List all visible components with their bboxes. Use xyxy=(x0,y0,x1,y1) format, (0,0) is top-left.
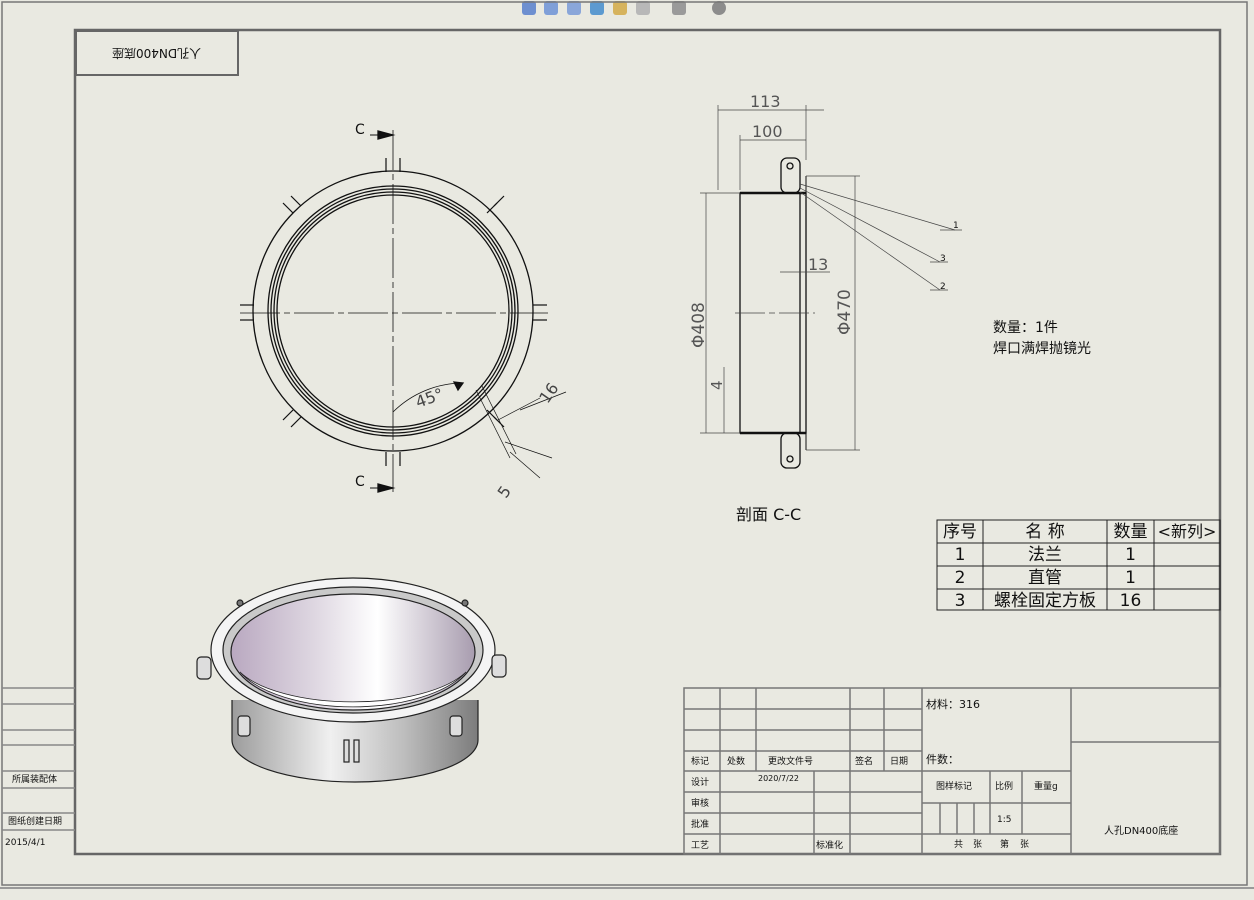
section-letter-bottom: C xyxy=(355,474,365,490)
scale-value: 1:5 xyxy=(997,815,1012,825)
weight-label: 重量g xyxy=(1034,782,1058,792)
sheet-no-label-2: 张 xyxy=(1020,840,1030,850)
count-label: 处数 xyxy=(727,757,746,767)
drawing-sheet: C C 45° 16 5 113 100 13 Φ408 Φ470 4 1 3 … xyxy=(0,1,1254,889)
sheet-no-label: 第 xyxy=(1000,840,1010,850)
bom-row-2-no: 2 xyxy=(954,568,966,588)
bom-row-1-qty: 1 xyxy=(1125,545,1136,565)
approve-label: 批准 xyxy=(691,820,710,830)
drawing-mark-label: 图样标记 xyxy=(936,782,973,792)
total-label: 共 xyxy=(954,840,964,850)
process-label: 工艺 xyxy=(691,841,710,851)
bom-header-qty: 数量 xyxy=(1113,522,1148,542)
section-caption: 剖面 C-C xyxy=(736,505,801,524)
assembly-label: 所属装配体 xyxy=(12,775,58,785)
bom-header-no: 序号 xyxy=(943,522,977,542)
sheets-label: 张 xyxy=(973,840,983,850)
left-side-grid xyxy=(2,687,75,831)
mirrored-title-label: 人孔DN400底座 xyxy=(112,46,202,60)
bom-row-3-no: 3 xyxy=(954,591,966,611)
scale-label: 比例 xyxy=(995,782,1014,792)
bom-row-2-qty: 1 xyxy=(1125,568,1136,588)
part-count-label: 件数： xyxy=(926,753,959,766)
angle-dimension: 45° xyxy=(413,384,446,412)
material-label: 材料：316 xyxy=(926,698,980,711)
created-date-label: 图纸创建日期 xyxy=(8,817,63,827)
front-view xyxy=(240,130,567,493)
dim-100: 100 xyxy=(752,122,783,141)
dim-113: 113 xyxy=(750,92,781,111)
review-label: 审核 xyxy=(691,799,710,809)
design-date: 2020/7/22 xyxy=(758,774,800,783)
signature-label: 签名 xyxy=(855,757,874,767)
section-letter-top: C xyxy=(355,122,365,138)
note-weld: 焊口满焊抛镜光 xyxy=(993,341,1091,357)
standardize-label: 标准化 xyxy=(816,841,844,851)
dim-408: Φ408 xyxy=(689,302,709,348)
balloon-3: 3 xyxy=(940,254,946,264)
bom-row-1-no: 1 xyxy=(954,545,966,565)
mark-label: 标记 xyxy=(691,757,710,767)
bom-header-new: <新列> xyxy=(1157,522,1217,541)
bom-row-1-name: 法兰 xyxy=(1028,545,1062,565)
bom-row-2-name: 直管 xyxy=(1028,568,1062,588)
dim-470: Φ470 xyxy=(835,289,855,335)
date-label: 日期 xyxy=(890,757,909,767)
drawing-name: 人孔DN400底座 xyxy=(1104,826,1179,837)
created-date-value: 2015/4/1 xyxy=(5,838,46,848)
change-doc-label: 更改文件号 xyxy=(768,757,814,767)
bom-header-name: 名 称 xyxy=(1025,522,1065,542)
dim-4: 4 xyxy=(708,380,726,390)
note-quantity: 数量：1件 xyxy=(993,320,1058,336)
dim-5: 5 xyxy=(494,482,515,501)
balloon-2: 2 xyxy=(940,282,946,292)
dim-13: 13 xyxy=(808,255,828,274)
isometric-view xyxy=(196,577,507,783)
balloon-1: 1 xyxy=(953,221,959,231)
design-label: 设计 xyxy=(691,778,710,788)
section-view xyxy=(700,105,962,469)
bom-row-3-name: 螺栓固定方板 xyxy=(994,591,1096,611)
bom-row-3-qty: 16 xyxy=(1119,591,1142,611)
